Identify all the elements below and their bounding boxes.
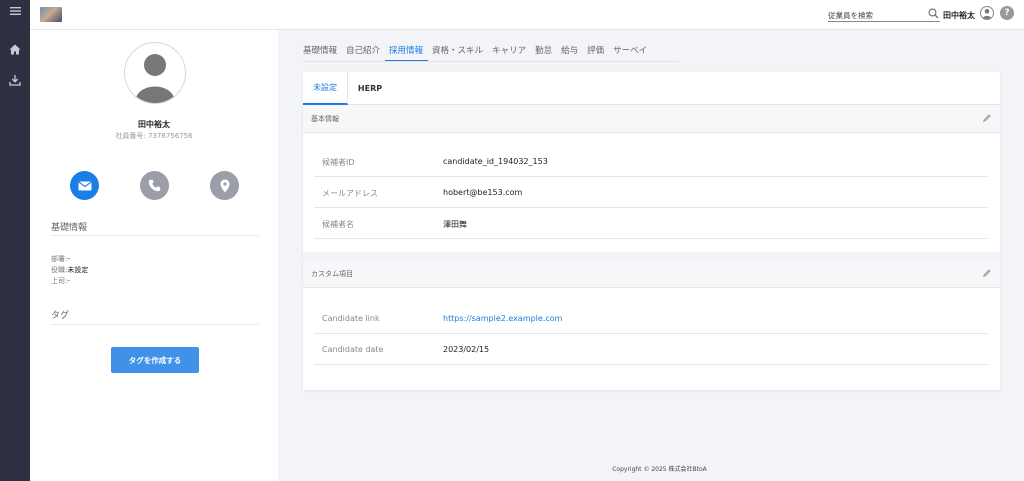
mail-button[interactable]: [70, 171, 99, 200]
tag-heading: タグ: [51, 311, 70, 321]
tab-underline: [303, 61, 679, 62]
row-label: Candidate date: [322, 345, 384, 354]
profile-name: 田中裕太: [138, 120, 170, 129]
row-value: candidate_id_194032_153: [443, 157, 548, 166]
location-button[interactable]: [210, 171, 239, 200]
tab-recruitment[interactable]: 採用情報: [384, 44, 428, 62]
basic-section-header: 基本情報: [303, 105, 1000, 133]
tab-basic-info[interactable]: 基礎情報: [303, 44, 342, 62]
table-row: 候補者名 澤田舞: [314, 208, 988, 239]
divider: [51, 324, 259, 325]
subtab-unset[interactable]: 未設定: [303, 72, 348, 105]
location-pin-icon: [220, 179, 229, 192]
home-icon[interactable]: [0, 44, 30, 55]
table-row: 候補者ID candidate_id_194032_153: [314, 146, 988, 177]
position-field: 役職:未設定: [51, 266, 89, 274]
create-tag-button[interactable]: タグを作成する: [111, 347, 199, 373]
basic-info-heading: 基礎情報: [51, 223, 88, 233]
divider: [51, 235, 259, 236]
employee-number: 社員番号: 7376756756: [115, 132, 193, 140]
help-icon[interactable]: ?: [1000, 6, 1014, 20]
custom-section-header: カスタム項目: [303, 260, 1000, 288]
recruitment-card: 未設定 HERP 基本情報 候補者ID candidate_id_194032_…: [303, 72, 1000, 390]
tab-attendance[interactable]: 勤怠: [531, 44, 557, 62]
menu-icon[interactable]: [0, 6, 30, 16]
source-tab-bar: 未設定 HERP: [303, 72, 1000, 105]
company-logo[interactable]: [40, 7, 62, 22]
row-value: 2023/02/15: [443, 345, 490, 354]
header-user-name[interactable]: 田中裕太: [943, 10, 975, 21]
profile-avatar-icon: [124, 42, 186, 104]
mail-icon: [77, 181, 92, 190]
table-row: メールアドレス hobert@be153.com: [314, 177, 988, 208]
edit-pencil-icon[interactable]: [982, 113, 992, 125]
section-title: カスタム項目: [311, 269, 353, 278]
row-label: 候補者ID: [322, 158, 355, 167]
copyright-footer: Copyright © 2025 株式会社BtoA: [612, 466, 707, 473]
row-label: メールアドレス: [322, 189, 378, 198]
row-value: 澤田舞: [443, 220, 467, 229]
subtab-herp[interactable]: HERP: [348, 72, 392, 105]
phone-button[interactable]: [140, 171, 169, 200]
side-rail: [0, 0, 30, 481]
tab-survey[interactable]: サーベイ: [609, 44, 652, 62]
edit-pencil-icon[interactable]: [982, 268, 992, 280]
candidate-link[interactable]: https://sample2.example.com: [443, 314, 562, 323]
row-label: Candidate link: [322, 314, 380, 323]
table-row: Candidate link https://sample2.example.c…: [314, 303, 988, 334]
tab-evaluation[interactable]: 評価: [583, 44, 609, 62]
department-field: 部署:-: [51, 255, 70, 263]
section-gap: [303, 252, 1000, 260]
manager-field: 上司:-: [51, 277, 70, 285]
tab-career[interactable]: キャリア: [488, 44, 531, 62]
employee-search-input[interactable]: 従業員を検索: [828, 8, 940, 22]
phone-icon: [148, 179, 161, 192]
search-icon[interactable]: [928, 8, 939, 22]
row-label: 候補者名: [322, 220, 354, 229]
tab-salary[interactable]: 給与: [557, 44, 583, 62]
tab-self-intro[interactable]: 自己紹介: [342, 44, 385, 62]
top-bar: 従業員を検索 田中裕太 ?: [30, 0, 1024, 30]
section-title: 基本情報: [311, 114, 339, 123]
profile-tab-bar: 基礎情報 自己紹介 採用情報 資格・スキル キャリア 勤怠 給与 評価 サーベイ: [303, 44, 652, 62]
user-avatar-icon[interactable]: [980, 6, 994, 20]
row-value: hobert@be153.com: [443, 188, 523, 197]
table-row: Candidate date 2023/02/15: [314, 334, 988, 365]
tab-skills[interactable]: 資格・スキル: [428, 44, 488, 62]
profile-panel: 田中裕太 社員番号: 7376756756 基礎情報 部署:- 役職:未設定 上…: [30, 30, 278, 481]
download-icon[interactable]: [0, 74, 30, 86]
